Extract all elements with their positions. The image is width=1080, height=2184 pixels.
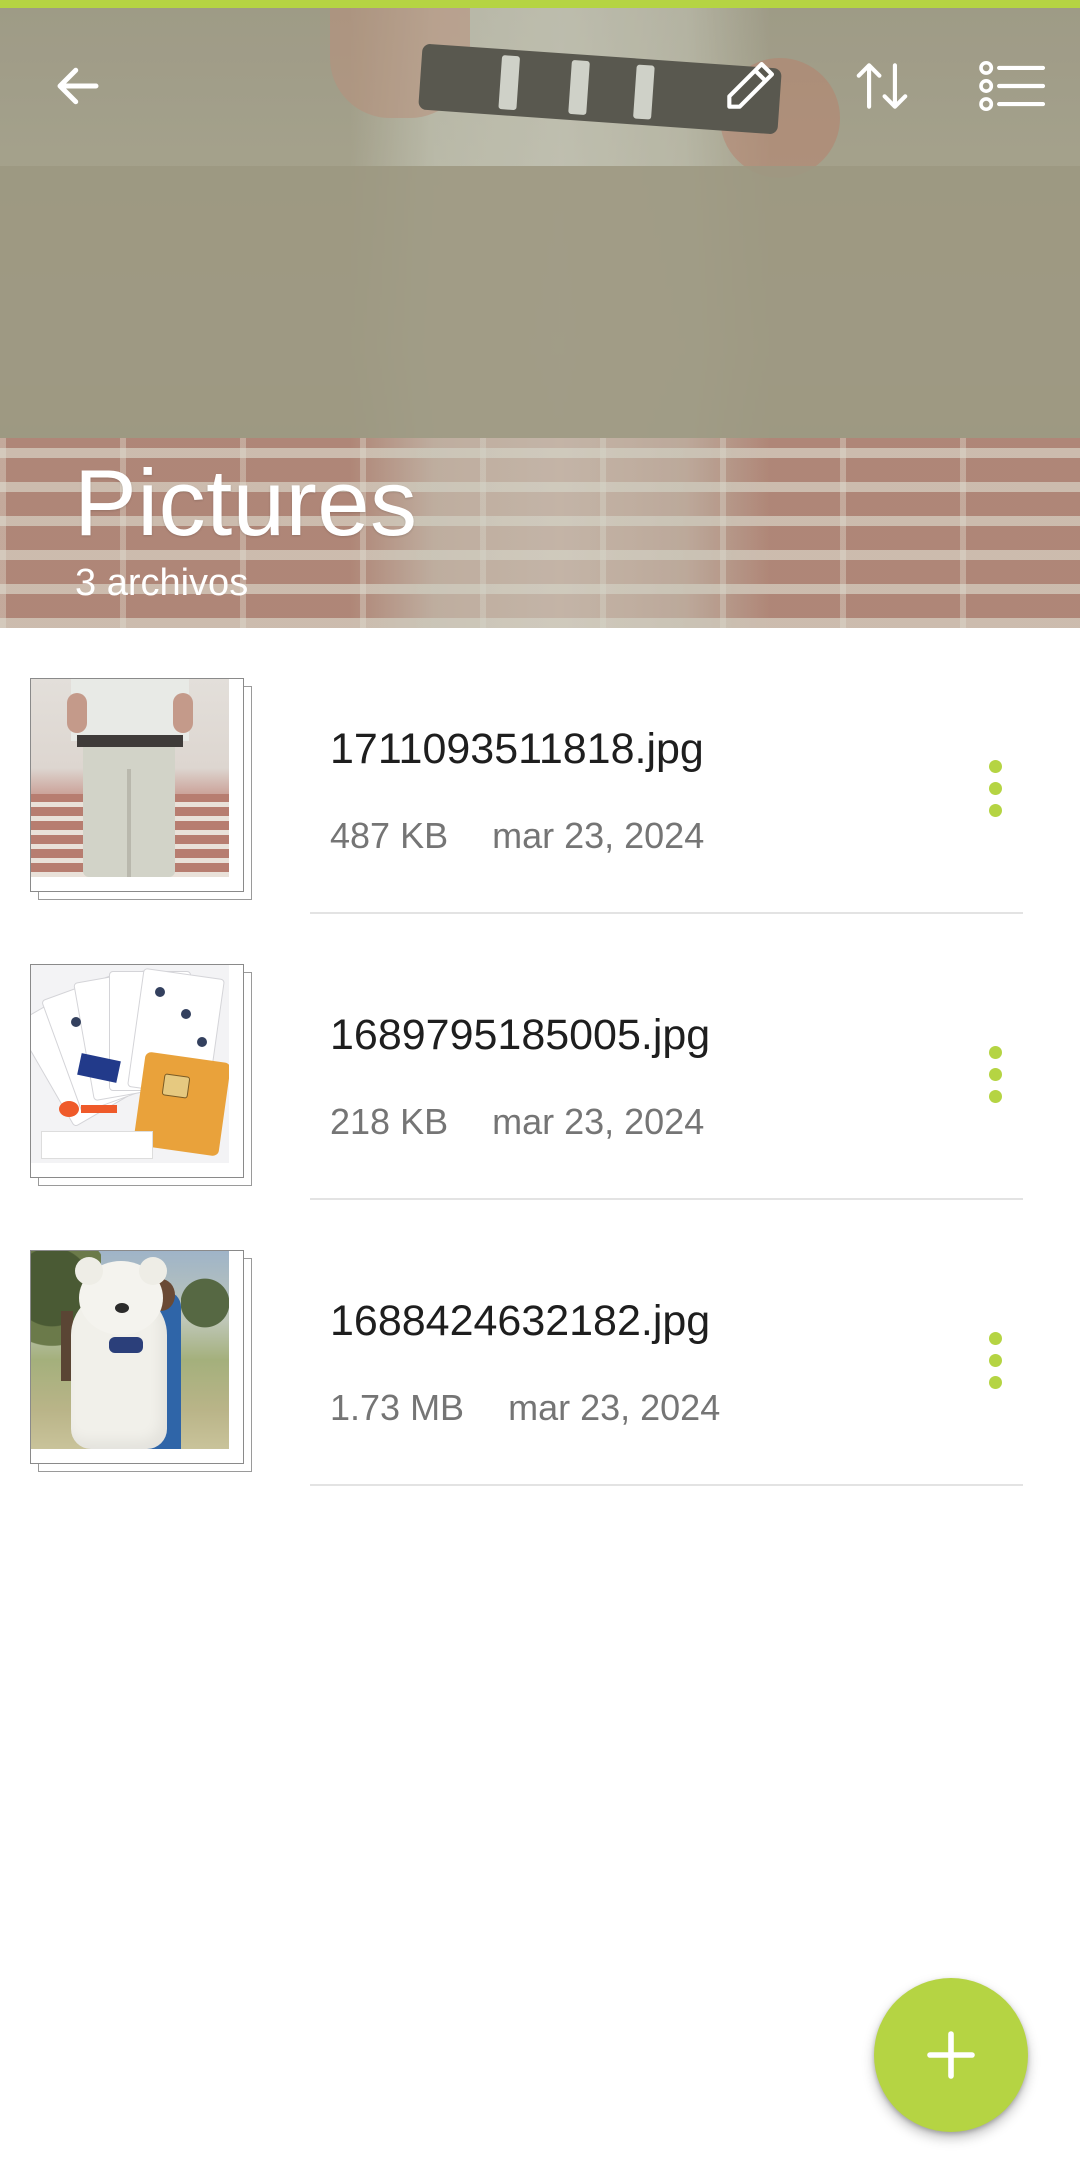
view-mode-button[interactable]	[964, 38, 1060, 134]
file-date: mar 23, 2024	[492, 1101, 705, 1142]
more-options-icon[interactable]	[955, 740, 1035, 836]
edit-button[interactable]	[702, 38, 798, 134]
top-accent-strip	[0, 0, 1080, 8]
file-count: 3 archivos	[75, 562, 249, 604]
file-name: 1689795185005.jpg	[330, 1011, 711, 1059]
add-button[interactable]	[874, 1978, 1028, 2132]
file-row[interactable]: 1711093511818.jpg 487 KB mar 23, 2024	[0, 628, 1080, 914]
photo-teddy-bear	[31, 1251, 229, 1449]
file-size: 218 KB	[330, 1101, 449, 1142]
photo-sim-cards	[31, 965, 229, 1163]
file-name: 1711093511818.jpg	[330, 725, 704, 773]
file-name: 1688424632182.jpg	[330, 1297, 711, 1345]
file-size: 487 KB	[330, 815, 449, 856]
more-options-icon[interactable]	[955, 1312, 1035, 1408]
page-title: Pictures	[74, 450, 418, 555]
file-date: mar 23, 2024	[492, 815, 705, 856]
file-row[interactable]: 1688424632182.jpg 1.73 MB mar 23, 2024	[0, 1200, 1080, 1486]
more-options-icon[interactable]	[955, 1026, 1035, 1122]
file-date: mar 23, 2024	[508, 1387, 721, 1428]
file-list: 1711093511818.jpg 487 KB mar 23, 2024 16…	[0, 628, 1080, 1486]
file-thumbnail[interactable]	[30, 964, 252, 1186]
plus-icon	[927, 2031, 975, 2079]
file-meta: 487 KB mar 23, 2024	[330, 818, 704, 854]
file-thumbnail[interactable]	[30, 678, 252, 900]
file-thumbnail[interactable]	[30, 1250, 252, 1472]
divider	[310, 1484, 1023, 1486]
back-arrow-icon	[57, 67, 99, 105]
sort-arrows-icon	[856, 63, 908, 109]
pencil-icon	[727, 61, 775, 109]
file-row[interactable]: 1689795185005.jpg 218 KB mar 23, 2024	[0, 914, 1080, 1200]
list-view-icon	[979, 60, 1046, 112]
file-meta: 218 KB mar 23, 2024	[330, 1104, 704, 1140]
back-button[interactable]	[30, 38, 126, 134]
file-meta: 1.73 MB mar 23, 2024	[330, 1390, 720, 1426]
file-size: 1.73 MB	[330, 1387, 465, 1428]
sort-button[interactable]	[834, 38, 930, 134]
photo-person-belt	[31, 679, 229, 877]
